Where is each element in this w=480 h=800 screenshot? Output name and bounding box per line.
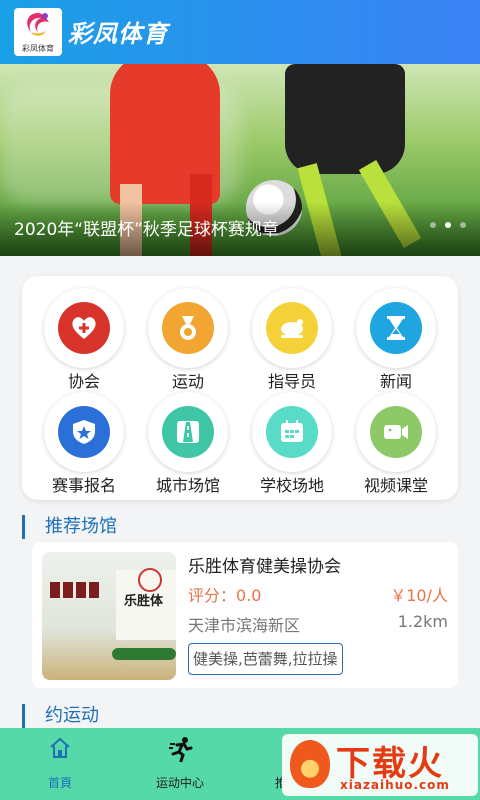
icon-ring [252, 288, 332, 368]
hourglass-icon [370, 302, 422, 354]
grid-label: 城市场馆 [155, 476, 220, 495]
section-title-recommended: 推荐场馆 [22, 515, 117, 539]
venue-location: 天津市滨海新区 [188, 616, 301, 635]
icon-ring [148, 392, 228, 472]
banner-caption[interactable]: 2020年“联盟杯”秋季足球杯赛规章 [14, 215, 279, 240]
grid-item-city-venues[interactable]: 城市场馆 [136, 384, 240, 495]
running-person-icon [169, 737, 193, 762]
icon-ring [356, 392, 436, 472]
icon-ring [148, 288, 228, 368]
section-title-sports: 约运动 [22, 704, 99, 728]
shield-star-icon [58, 406, 110, 458]
venue-tags: 健美操,芭蕾舞,拉拉操 [188, 643, 343, 675]
carousel-dot-active[interactable] [444, 222, 451, 228]
banner-caption-bar: 2020年“联盟杯”秋季足球杯赛规章 [0, 202, 480, 256]
home-icon [50, 737, 70, 758]
carousel-dot[interactable] [429, 222, 436, 228]
carousel-dot[interactable] [460, 222, 466, 228]
icon-ring [44, 392, 124, 472]
app-title: 彩凤体育 [68, 20, 168, 48]
venue-logo-icon [138, 568, 162, 592]
watermark-sub: xiazaihuo.com [340, 778, 450, 792]
carousel-dots [426, 213, 466, 232]
phoenix-logo-icon [27, 13, 49, 36]
grid-item-sports[interactable]: 运动 [136, 280, 240, 391]
nav-item-home[interactable]: 首頁 [20, 728, 100, 800]
medal-icon [162, 302, 214, 354]
rating-label: 评分： [188, 586, 237, 605]
grid-label: 学校场地 [259, 476, 324, 495]
nav-label: 首頁 [47, 776, 72, 790]
banner-carousel[interactable]: 2020年“联盟杯”秋季足球杯赛规章 [0, 64, 480, 256]
grid-item-event-signup[interactable]: 赛事报名 [32, 384, 136, 495]
player-black-jersey [285, 64, 405, 174]
venue-card[interactable]: 乐胜体 乐胜体育健美操协会 评分：0.0 ￥10/人 天津市滨海新区 1.2km… [32, 542, 458, 688]
grid-label: 赛事报名 [51, 476, 116, 495]
plants [112, 648, 176, 660]
nav-item-sports-center[interactable]: 运动中心 [140, 728, 220, 800]
flame-icon [290, 740, 330, 788]
heart-plus-icon [58, 302, 110, 354]
grid-item-news[interactable]: 新闻 [344, 280, 448, 391]
grid-item-video-class[interactable]: 视频课堂 [344, 384, 448, 495]
venue-photo: 乐胜体 [42, 552, 176, 680]
venue-name: 乐胜体育健美操协会 [188, 557, 341, 577]
roast-chicken-icon [266, 302, 318, 354]
nav-label: 运动中心 [155, 776, 204, 790]
app-logo[interactable]: 彩凤体育 [14, 8, 62, 56]
grid-label: 视频课堂 [363, 476, 428, 495]
award-plaques [50, 582, 102, 602]
rating-value: 0.0 [236, 586, 262, 605]
icon-ring [252, 392, 332, 472]
feature-grid: 协会 运动 指导员 新闻 赛事报名 城市场馆 学校场地 视频课堂 [22, 276, 458, 500]
grid-item-school-venues[interactable]: 学校场地 [240, 384, 344, 495]
logo-caption: 彩凤体育 [22, 44, 54, 53]
road-icon [162, 406, 214, 458]
venue-distance: 1.2km [397, 612, 448, 631]
watermark: 下载火 xiazaihuo.com [282, 734, 478, 796]
venue-price: ￥10/人 [390, 586, 448, 605]
grid-item-association[interactable]: 协会 [32, 280, 136, 391]
venue-sign: 乐胜体 [124, 594, 164, 609]
venue-rating: 评分：0.0 [188, 582, 261, 606]
grid-item-instructor[interactable]: 指导员 [240, 280, 344, 391]
video-camera-icon [370, 406, 422, 458]
icon-ring [44, 288, 124, 368]
icon-ring [356, 288, 436, 368]
calendar-icon [266, 406, 318, 458]
app-header: 彩凤体育 彩凤体育 [0, 0, 480, 64]
